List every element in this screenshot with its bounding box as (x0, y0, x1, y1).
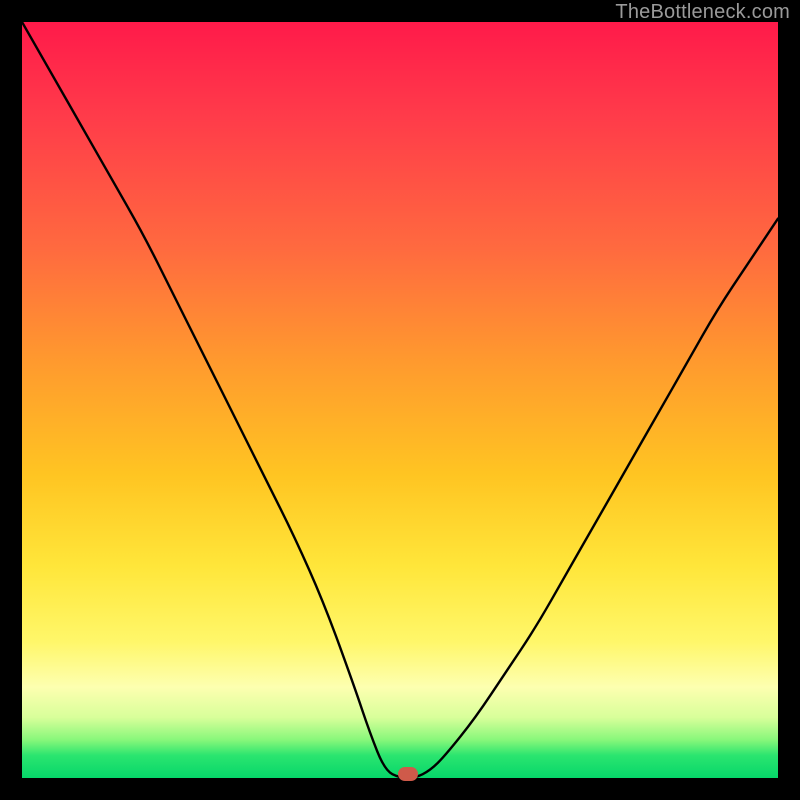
watermark-text: TheBottleneck.com (615, 1, 790, 24)
chart-frame: TheBottleneck.com (0, 0, 800, 800)
bottleneck-curve (22, 22, 778, 778)
optimal-point-marker (398, 767, 418, 781)
